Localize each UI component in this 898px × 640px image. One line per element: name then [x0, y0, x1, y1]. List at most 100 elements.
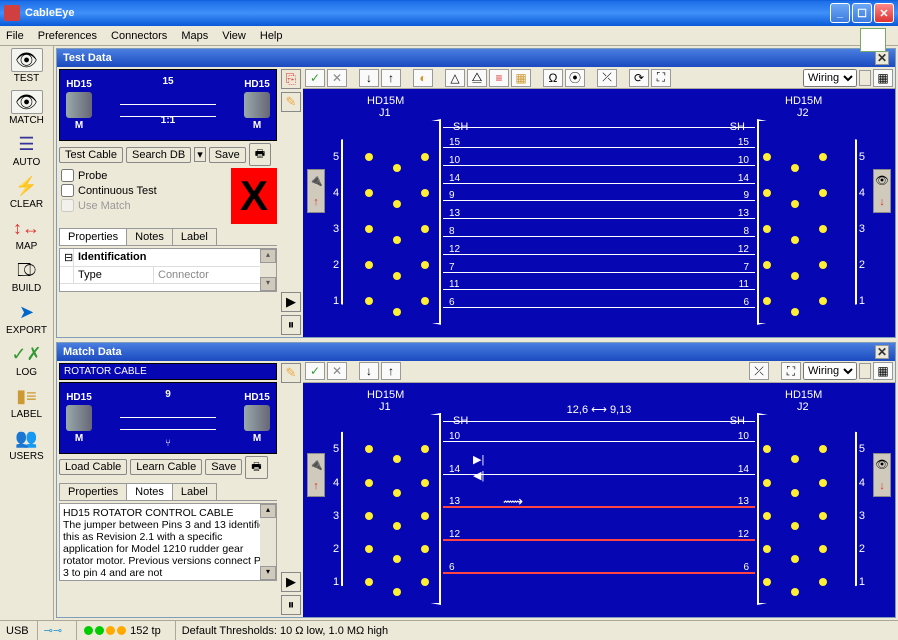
sidebar: 👁TEST 👁MATCH ☰AUTO ⚡CLEAR ↕↔MAP ⎄BUILD ➤…	[0, 46, 54, 620]
minimize-button[interactable]: _	[830, 3, 850, 23]
transform-icon[interactable]: ⦿	[565, 69, 585, 87]
statusbar: USB ⊸⊸ 152 tp Default Thresholds: 10 Ω l…	[0, 620, 898, 640]
tab-notes[interactable]: Notes	[126, 483, 173, 500]
menu-maps[interactable]: Maps	[181, 30, 208, 42]
ohm-icon[interactable]: Ω	[543, 69, 563, 87]
probe-checkbox[interactable]	[61, 169, 74, 182]
search-db-dropdown[interactable]: ▾	[194, 147, 206, 162]
down-arrow-icon[interactable]: ↓	[359, 362, 379, 380]
grid-icon[interactable]: ▦	[511, 69, 531, 87]
test-cable-button[interactable]: Test Cable	[59, 147, 123, 163]
save-button[interactable]: Save	[205, 459, 242, 475]
pencil-icon[interactable]: ✎	[281, 92, 301, 112]
tab-label[interactable]: Label	[172, 483, 217, 500]
triangle-icon[interactable]: △	[445, 69, 465, 87]
expand-icon[interactable]: ⛶	[651, 69, 671, 87]
maximize-button[interactable]: ☐	[852, 3, 872, 23]
palette-icon[interactable]: ◐	[413, 69, 433, 87]
calculator-icon[interactable]	[860, 28, 886, 52]
print-button[interactable]: 🖶	[245, 456, 267, 479]
fail-indicator: X	[231, 168, 277, 224]
build-icon: ⎄	[11, 258, 43, 282]
scroll-up[interactable]: ▴	[260, 504, 276, 518]
sidebar-label[interactable]: ▮≡LABEL	[4, 384, 50, 420]
left-connector-side-icon[interactable]: 🔌↑	[307, 169, 325, 213]
sidebar-build[interactable]: ⎄BUILD	[4, 258, 50, 294]
x-icon[interactable]: ✕	[327, 69, 347, 87]
scroll-up[interactable]: ▴	[260, 249, 276, 263]
learn-cable-button[interactable]: Learn Cable	[130, 459, 202, 475]
pause-button[interactable]: ⏸	[281, 315, 301, 335]
pause-button[interactable]: ⏸	[281, 595, 301, 615]
pencil-icon[interactable]: ✎	[281, 363, 301, 383]
menubar: File Preferences Connectors Maps View He…	[0, 26, 898, 46]
sidebar-clear[interactable]: ⚡CLEAR	[4, 174, 50, 210]
down-arrow-icon[interactable]: ↓	[359, 69, 379, 87]
sidebar-users[interactable]: 👥USERS	[4, 426, 50, 462]
sidebar-log[interactable]: ✓✗LOG	[4, 342, 50, 378]
scroll-down[interactable]: ▾	[260, 277, 276, 291]
left-connector-side-icon[interactable]: 🔌↑	[307, 453, 325, 497]
scroll-down[interactable]: ▾	[260, 566, 276, 580]
connector-icon	[244, 405, 270, 431]
right-connector-side-icon[interactable]: 👁↓	[873, 169, 891, 213]
menu-help[interactable]: Help	[260, 30, 283, 42]
expand-icon[interactable]: ⛶	[781, 362, 801, 380]
properties-grid[interactable]: ⊟Identification TypeConnector ▴▾	[59, 248, 277, 292]
x-icon[interactable]: ✕	[327, 362, 347, 380]
fork-icon: ⑂	[165, 438, 171, 449]
viewsel-caret[interactable]	[859, 70, 871, 86]
connector-icon	[244, 92, 270, 118]
crossover-icon[interactable]: ⤫	[749, 362, 769, 380]
sidebar-map[interactable]: ↕↔MAP	[4, 216, 50, 252]
tab-properties[interactable]: Properties	[59, 228, 127, 245]
export-icon: ➤	[11, 300, 43, 324]
print-button[interactable]: 🖶	[249, 143, 271, 166]
notes-textarea[interactable]: HD15 ROTATOR CONTROL CABLE The jumper be…	[59, 503, 277, 581]
grid-icon[interactable]: ▦	[873, 362, 893, 380]
app-logo-icon	[4, 5, 20, 21]
view-selector[interactable]: Wiring	[803, 362, 857, 380]
menu-connectors[interactable]: Connectors	[111, 30, 167, 42]
play-button[interactable]: ▶	[281, 572, 301, 592]
tab-notes[interactable]: Notes	[126, 228, 173, 245]
close-button[interactable]: ✕	[874, 3, 894, 23]
menu-file[interactable]: File	[6, 30, 24, 42]
usb-label: USB	[6, 625, 29, 637]
switch-icon: ⊸⊸	[44, 624, 62, 637]
match-panel-close[interactable]: ✕	[875, 345, 889, 359]
menu-preferences[interactable]: Preferences	[38, 30, 97, 42]
viewsel-caret[interactable]	[859, 363, 871, 379]
sidebar-export[interactable]: ➤EXPORT	[4, 300, 50, 336]
crossover-icon[interactable]: ⤫	[597, 69, 617, 87]
check-icon[interactable]: ✓	[305, 362, 325, 380]
lines-icon[interactable]: ≡	[489, 69, 509, 87]
test-diagram[interactable]: 🔌↑ 👁↓ HD15MJ1HD15MJ2SHSH5544332211151510…	[303, 89, 895, 337]
play-button[interactable]: ▶	[281, 292, 301, 312]
tab-label[interactable]: Label	[172, 228, 217, 245]
up-arrow-icon[interactable]: ↑	[381, 69, 401, 87]
triangle2-icon[interactable]: ⧋	[467, 69, 487, 87]
search-db-button[interactable]: Search DB	[126, 147, 191, 163]
view-selector[interactable]: Wiring	[803, 69, 857, 87]
link-icon[interactable]: ⎘	[281, 69, 301, 89]
menu-view[interactable]: View	[222, 30, 246, 42]
threshold-label: Default Thresholds: 10 Ω low, 1.0 MΩ hig…	[175, 621, 892, 640]
sidebar-match[interactable]: 👁MATCH	[4, 90, 50, 126]
connector-icon	[66, 92, 92, 118]
continuous-checkbox[interactable]	[61, 184, 74, 197]
led-green	[84, 626, 93, 635]
test-data-panel: Test Data ✕ HD15M 15 1:1 HD15M Test Cabl…	[56, 48, 896, 338]
match-diagram[interactable]: 🔌↑ 👁↓ HD15MJ1HD15MJ2SHSH12,6 ⟷ 9,1355443…	[303, 383, 895, 617]
sidebar-test[interactable]: 👁TEST	[4, 48, 50, 84]
grid-icon[interactable]: ▦	[873, 69, 893, 87]
right-connector-side-icon[interactable]: 👁↓	[873, 453, 891, 497]
sidebar-auto[interactable]: ☰AUTO	[4, 132, 50, 168]
tab-properties[interactable]: Properties	[59, 483, 127, 500]
check-icon[interactable]: ✓	[305, 69, 325, 87]
refresh-icon[interactable]: ⟳	[629, 69, 649, 87]
load-cable-button[interactable]: Load Cable	[59, 459, 127, 475]
up-arrow-icon[interactable]: ↑	[381, 362, 401, 380]
test-panel-close[interactable]: ✕	[875, 51, 889, 65]
save-button[interactable]: Save	[209, 147, 246, 163]
